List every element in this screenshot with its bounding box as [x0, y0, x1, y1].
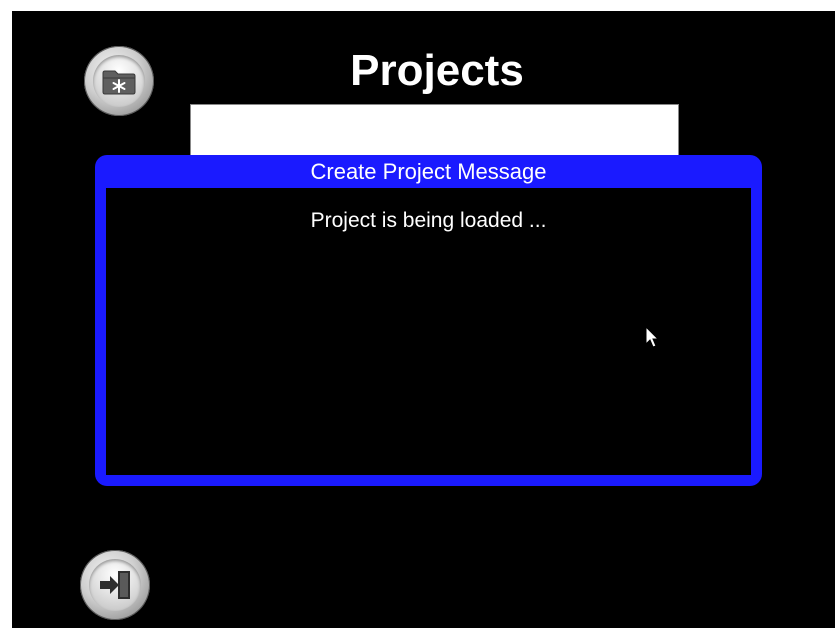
exit-door-icon: [100, 571, 130, 599]
dialog-title: Create Project Message: [310, 159, 547, 184]
dialog-message: Project is being loaded ...: [310, 209, 547, 232]
mouse-pointer-icon: [645, 326, 660, 348]
new-project-button[interactable]: [84, 46, 154, 116]
folder-star-icon: [102, 70, 136, 95]
exit-button[interactable]: [80, 550, 150, 620]
page-title: Projects: [350, 46, 524, 95]
create-project-dialog: Create Project Message Project is being …: [95, 155, 762, 486]
project-name-field[interactable]: [190, 104, 679, 158]
